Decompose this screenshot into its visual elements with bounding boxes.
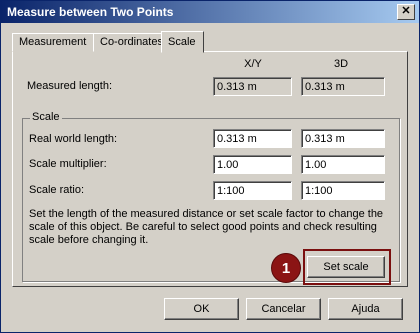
close-button[interactable]: ✕ <box>397 4 415 20</box>
real-world-length-xy-input[interactable]: 0.313 m <box>213 129 292 148</box>
scale-group-title: Scale <box>30 111 62 123</box>
measured-length-label: Measured length: <box>27 80 112 92</box>
cancel-button[interactable]: Cancelar <box>246 298 321 320</box>
scale-ratio-label: Scale ratio: <box>29 184 85 196</box>
measured-length-xy-field: 0.313 m <box>213 77 292 96</box>
scale-multiplier-3d-input[interactable]: 1.00 <box>301 155 385 174</box>
tab-label: Measurement <box>19 36 87 48</box>
tab-label: Co-ordinates <box>100 36 163 48</box>
measured-length-3d-field: 0.313 m <box>301 77 385 96</box>
tab-label: Scale <box>168 36 196 48</box>
window-title: Measure between Two Points <box>7 5 174 19</box>
step-highlight-box <box>303 249 391 285</box>
column-header-xy: X/Y <box>244 58 262 70</box>
scale-multiplier-xy-input[interactable]: 1.00 <box>213 155 292 174</box>
help-button[interactable]: Ajuda <box>328 298 403 320</box>
real-world-length-label: Real world length: <box>29 133 118 145</box>
scale-ratio-xy-input[interactable]: 1:100 <box>213 181 292 200</box>
scale-multiplier-label: Scale multiplier: <box>29 158 107 170</box>
tab-measurement[interactable]: Measurement <box>12 33 95 52</box>
real-world-length-3d-input[interactable]: 0.313 m <box>301 129 385 148</box>
title-bar[interactable]: Measure between Two Points ✕ <box>1 1 419 23</box>
tab-scale[interactable]: Scale <box>161 31 204 53</box>
scale-ratio-3d-input[interactable]: 1:100 <box>301 181 385 200</box>
scale-description: Set the length of the measured distance … <box>29 208 384 246</box>
column-header-3d: 3D <box>333 58 349 70</box>
close-icon: ✕ <box>401 5 411 17</box>
step-marker: 1 <box>271 253 301 283</box>
ok-button[interactable]: OK <box>164 298 239 320</box>
